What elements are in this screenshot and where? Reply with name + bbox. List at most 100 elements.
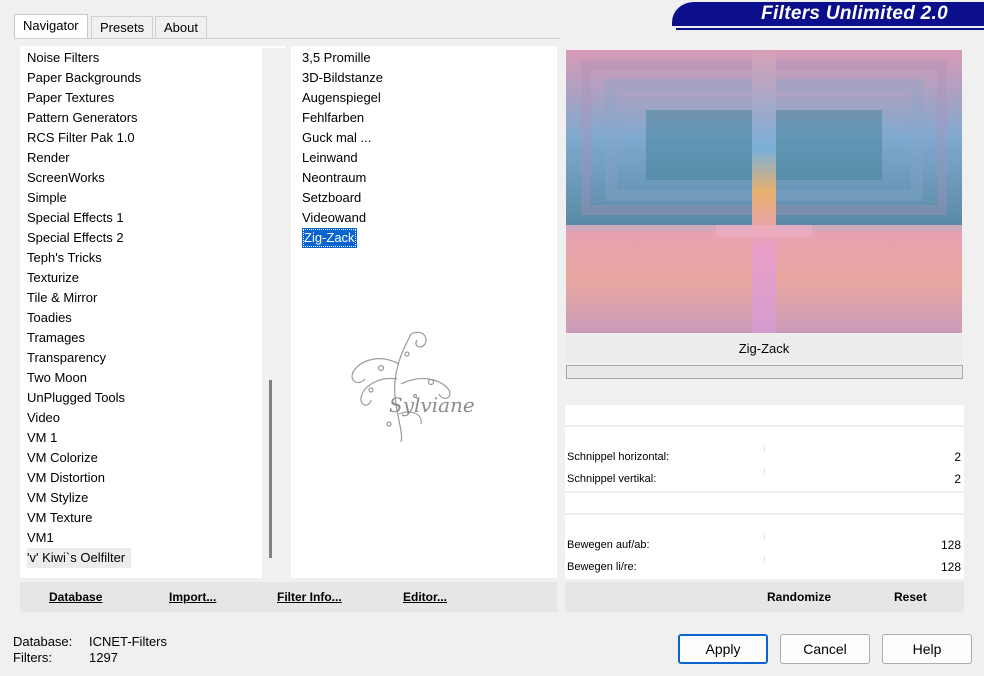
category-item[interactable]: VM Texture [24,508,286,528]
param-schnippel-vertikal[interactable]: Schnippel vertikal: 2 [565,469,964,491]
category-label: VM Texture [27,510,93,525]
category-item[interactable]: Toadies [24,308,286,328]
filter-label: 3D-Bildstanze [302,70,383,85]
slider-tick [764,557,765,561]
filter-item[interactable]: 3,5 Promille [299,48,557,68]
param-label: Schnippel horizontal: [567,451,670,463]
filter-label: Videowand [302,210,367,225]
param-schnippel-horizontal[interactable]: Schnippel horizontal: 2 [565,447,964,469]
category-scrollbar[interactable] [262,48,286,578]
category-item[interactable]: Tile & Mirror [24,288,286,308]
filter-list[interactable]: 3,5 Promille 3D-Bildstanze Augenspiegel Feh… [291,46,557,578]
progress-bar [566,365,963,379]
tab-divider [14,38,560,39]
category-item[interactable]: Two Moon [24,368,286,388]
category-item[interactable]: UnPlugged Tools [24,388,286,408]
reset-button[interactable]: Reset [894,590,927,604]
param-label: Bewegen auf/ab: [567,539,650,551]
category-label: 'v' Kiwi`s Oelfilter [27,548,132,568]
category-item[interactable]: Paper Textures [24,88,286,108]
category-item[interactable]: VM 1 [24,428,286,448]
tab-about[interactable]: About [155,16,207,38]
category-item[interactable]: VM Colorize [24,448,286,468]
category-label: Two Moon [27,370,87,385]
filter-item[interactable]: Augenspiegel [299,88,557,108]
category-item[interactable]: Video [24,408,286,428]
randomize-button[interactable]: Randomize [767,590,831,604]
database-value: ICNET-Filters [89,634,167,649]
category-label: Video [27,410,61,425]
category-item[interactable]: Teph's Tricks [24,248,286,268]
param-label: Schnippel vertikal: [567,473,657,485]
cancel-button[interactable]: Cancel [780,634,870,664]
param-value: 128 [940,538,961,552]
apply-button[interactable]: Apply [678,634,768,664]
param-value: 128 [940,560,961,574]
database-button[interactable]: Database [49,590,102,604]
category-item[interactable]: Noise Filters [24,48,286,68]
category-label: Special Effects 2 [27,230,124,245]
database-label: Database: [13,634,73,649]
category-item[interactable]: Transparency [24,348,286,368]
category-label: Tramages [27,330,86,345]
category-item[interactable]: Tramages [24,328,286,348]
param-value: 2 [954,472,961,486]
filters-info: Filters: 1297 [13,650,118,665]
category-label: Special Effects 1 [27,210,124,225]
filter-item[interactable]: 3D-Bildstanze [299,68,557,88]
category-list[interactable]: Noise Filters Paper Backgrounds Paper Text… [20,46,286,578]
category-label: VM Distortion [27,470,106,485]
slider-tick [764,447,765,451]
category-item[interactable]: Pattern Generators [24,108,286,128]
help-button[interactable]: Help [882,634,972,664]
banner-underline [676,28,984,30]
category-item[interactable]: Paper Backgrounds [24,68,286,88]
filter-label: Zig-Zack [302,228,357,248]
filter-item[interactable]: Videowand [299,208,557,228]
tab-presets[interactable]: Presets [91,16,154,38]
filters-count: 1297 [89,650,118,665]
category-label: ScreenWorks [27,170,105,185]
category-label: RCS Filter Pak 1.0 [27,130,135,145]
empty-param-slot [565,405,964,425]
category-label: Transparency [27,350,106,365]
category-item[interactable]: VM Distortion [24,468,286,488]
param-bewegen-auf-ab[interactable]: Bewegen auf/ab: 128 [565,535,964,557]
filter-item[interactable]: Setzboard [299,188,557,208]
import-button[interactable]: Import... [169,590,216,604]
filter-item[interactable]: Zig-Zack [299,228,557,248]
filter-item[interactable]: Fehlfarben [299,108,557,128]
tab-navigator[interactable]: Navigator [14,14,88,39]
slider-tick [764,535,765,539]
category-item[interactable]: Texturize [24,268,286,288]
filter-item[interactable]: Leinwand [299,148,557,168]
category-item[interactable]: RCS Filter Pak 1.0 [24,128,286,148]
category-item[interactable]: Render [24,148,286,168]
filter-item[interactable]: Guck mal ... [299,128,557,148]
category-label: Toadies [27,310,72,325]
param-bewegen-li-re[interactable]: Bewegen li/re: 128 [565,557,964,579]
category-item[interactable]: VM1 [24,528,286,548]
filter-label: Fehlfarben [302,110,365,125]
category-item[interactable]: Simple [24,188,286,208]
filter-label: Augenspiegel [302,90,381,105]
category-item[interactable]: Special Effects 2 [24,228,286,248]
category-item[interactable]: Special Effects 1 [24,208,286,228]
category-item[interactable]: 'v' Kiwi`s Oelfilter [24,548,286,568]
slider-tick [764,469,765,473]
category-label: Tile & Mirror [27,290,98,305]
category-item[interactable]: VM Stylize [24,488,286,508]
category-item[interactable]: ScreenWorks [24,168,286,188]
category-scrollbar-thumb[interactable] [269,380,272,558]
filter-item[interactable]: Neontraum [299,168,557,188]
param-label: Bewegen li/re: [567,561,637,573]
filter-label: 3,5 Promille [302,50,371,65]
filter-label: Setzboard [302,190,362,205]
title-banner: Filters Unlimited 2.0 [672,2,984,26]
filter-label: Leinwand [302,150,358,165]
category-label: Render [27,150,70,165]
empty-param-slot [565,515,964,535]
editor-button[interactable]: Editor... [403,590,447,604]
svg-text:Sylviane: Sylviane [389,393,475,417]
filter-info-button[interactable]: Filter Info... [277,590,342,604]
